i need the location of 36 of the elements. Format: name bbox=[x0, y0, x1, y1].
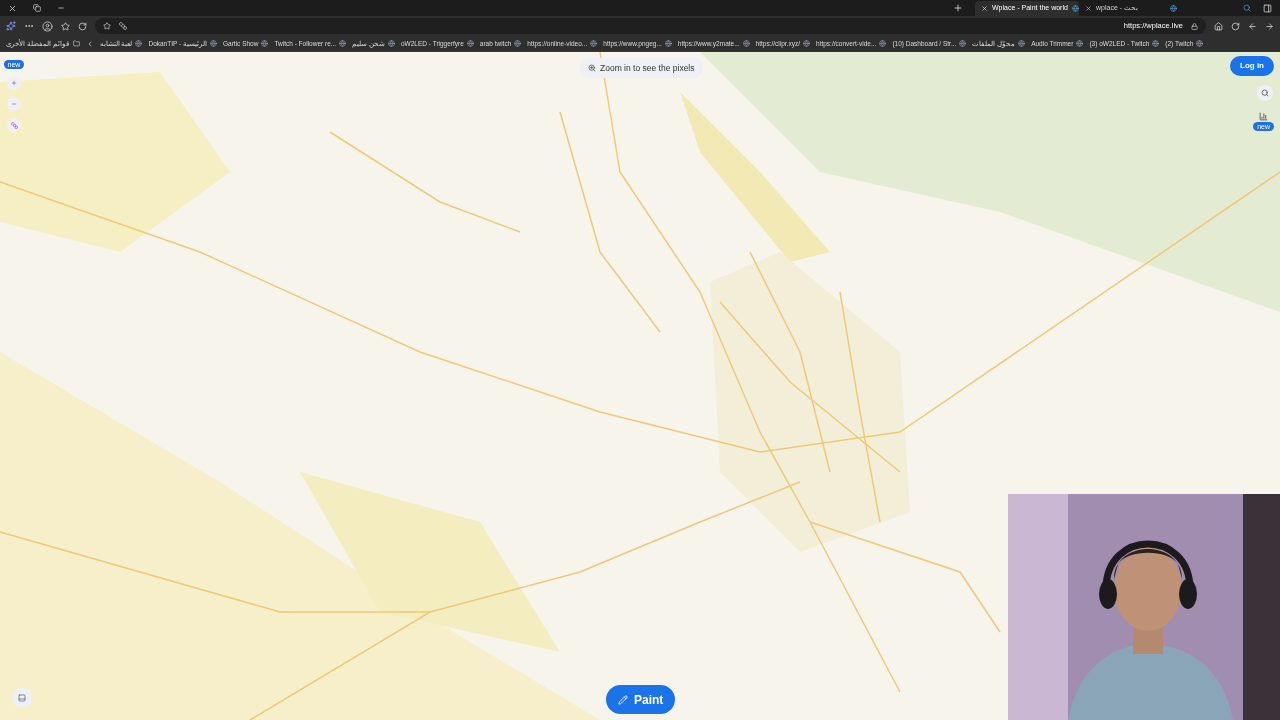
site-icon bbox=[514, 40, 522, 47]
site-icon bbox=[1076, 40, 1084, 47]
lock-icon bbox=[1191, 22, 1198, 30]
reload-icon[interactable] bbox=[1231, 21, 1240, 31]
forward-icon[interactable] bbox=[1265, 21, 1274, 31]
site-icon bbox=[135, 40, 143, 47]
site-icon bbox=[339, 40, 347, 47]
sidebar-icon[interactable] bbox=[1263, 3, 1272, 13]
site-icon bbox=[879, 40, 887, 47]
site-icon bbox=[959, 40, 967, 47]
folder-icon bbox=[72, 40, 80, 47]
site-icon bbox=[1196, 40, 1204, 47]
star-icon[interactable] bbox=[103, 22, 111, 30]
site-icon bbox=[388, 40, 395, 47]
new-tab-icon[interactable] bbox=[953, 3, 963, 13]
site-icon bbox=[210, 40, 217, 47]
profile-icon[interactable] bbox=[42, 20, 53, 32]
site-icon bbox=[261, 40, 269, 47]
favorites-icon[interactable] bbox=[61, 21, 70, 31]
globe-icon bbox=[1170, 4, 1177, 12]
site-icon bbox=[590, 40, 598, 47]
home-icon[interactable] bbox=[1214, 21, 1223, 31]
minimize-icon[interactable] bbox=[57, 4, 65, 12]
globe-icon bbox=[1071, 4, 1079, 12]
back-icon[interactable] bbox=[1248, 21, 1257, 31]
site-icon bbox=[742, 40, 750, 47]
search-icon[interactable] bbox=[1243, 4, 1251, 12]
site-icon bbox=[664, 40, 672, 47]
refresh-icon[interactable] bbox=[78, 21, 87, 31]
site-icon bbox=[1018, 40, 1026, 47]
close-icon[interactable] bbox=[8, 3, 17, 13]
site-icon bbox=[803, 40, 811, 47]
close-tab-icon[interactable] bbox=[1085, 4, 1092, 12]
site-icon bbox=[466, 40, 474, 47]
restore-icon[interactable] bbox=[33, 4, 41, 12]
site-icon bbox=[1152, 40, 1160, 47]
